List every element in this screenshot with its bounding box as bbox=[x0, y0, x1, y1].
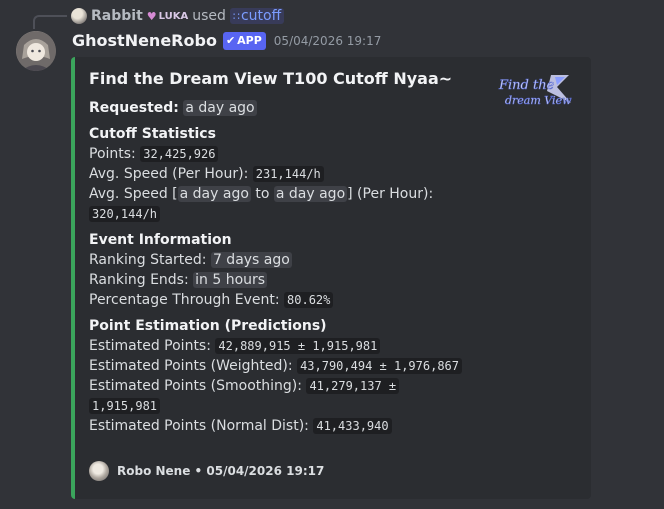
footer-text: Robo Nene • 05/04/2026 19:17 bbox=[117, 464, 325, 478]
percentage-label: Percentage Through Event: bbox=[89, 292, 280, 308]
est-smoothing-value-part2: 1,915,981 bbox=[89, 398, 161, 414]
ranking-ends-line: Ranking Ends: in 5 hours bbox=[89, 270, 479, 290]
est-smoothing-value-part1: 41,279,137 ± bbox=[306, 378, 400, 394]
embed-body: Find the Dream View T100 Cutoff Nyaa~ Re… bbox=[89, 68, 479, 436]
est-points-label: Estimated Points: bbox=[89, 338, 211, 354]
avg-speed-range-suffix: ] (Per Hour): bbox=[347, 186, 434, 202]
app-badge: ✔ APP bbox=[222, 31, 266, 50]
server-tag-label: LUKA bbox=[158, 10, 189, 22]
est-points-line: Estimated Points: 42,889,915 ± 1,915,981 bbox=[89, 336, 479, 356]
checkmark-icon: ✔ bbox=[225, 34, 236, 47]
avg-speed-range-value: 320,144/h bbox=[89, 206, 161, 222]
reply-verb: used bbox=[192, 8, 226, 24]
requested-time[interactable]: a day ago bbox=[183, 100, 257, 116]
ranking-started-value[interactable]: 7 days ago bbox=[210, 252, 292, 268]
points-line: Points: 32,425,926 bbox=[89, 144, 479, 164]
reply-header: Rabbit ♥ LUKA used ∷ cutoff bbox=[71, 6, 285, 26]
cutoff-embed: Find the dream View Find the Dream View … bbox=[71, 57, 591, 499]
message-timestamp[interactable]: 05/04/2026 19:17 bbox=[274, 34, 382, 48]
bot-avatar[interactable] bbox=[16, 31, 56, 71]
est-weighted-line: Estimated Points (Weighted): 43,790,494 … bbox=[89, 356, 479, 376]
app-badge-label: APP bbox=[237, 34, 262, 47]
cutoff-section-title: Cutoff Statistics bbox=[89, 126, 216, 142]
points-value: 32,425,926 bbox=[140, 146, 219, 162]
ranking-started-label: Ranking Started: bbox=[89, 252, 207, 268]
avg-speed-value: 231,144/h bbox=[252, 166, 324, 182]
ranking-started-line: Ranking Started: 7 days ago bbox=[89, 250, 479, 270]
event-section-title: Event Information bbox=[89, 232, 232, 248]
thumbnail-text-2: dream View bbox=[505, 94, 572, 107]
ranking-ends-value[interactable]: in 5 hours bbox=[193, 272, 268, 288]
avg-speed-range-to[interactable]: a day ago bbox=[273, 186, 348, 202]
bot-username[interactable]: GhostNeneRobo bbox=[72, 31, 217, 50]
bot-avatar-image bbox=[16, 31, 56, 71]
thumbnail-text-1: Find the bbox=[498, 78, 555, 93]
est-points-value: 42,889,915 ± 1,915,981 bbox=[215, 338, 381, 354]
estimation-section-title: Point Estimation (Predictions) bbox=[89, 318, 327, 334]
est-smoothing-line-2: 1,915,981 bbox=[89, 396, 479, 416]
est-normal-line: Estimated Points (Normal Dist): 41,433,9… bbox=[89, 416, 479, 436]
message-header: GhostNeneRobo ✔ APP 05/04/2026 19:17 bbox=[72, 31, 381, 50]
requested-label: Requested: bbox=[89, 100, 179, 116]
est-weighted-value: 43,790,494 ± 1,976,867 bbox=[297, 358, 463, 374]
footer-avatar bbox=[89, 461, 109, 481]
server-tag[interactable]: ♥ LUKA bbox=[147, 10, 189, 23]
reply-username[interactable]: Rabbit bbox=[91, 8, 143, 24]
percentage-line: Percentage Through Event: 80.62% bbox=[89, 290, 479, 310]
slash-command-icon: ∷ bbox=[232, 9, 240, 23]
est-normal-label: Estimated Points (Normal Dist): bbox=[89, 418, 309, 434]
requested-line: Requested: a day ago bbox=[89, 98, 479, 118]
avg-speed-range-prefix: Avg. Speed [ bbox=[89, 186, 178, 202]
est-smoothing-label: Estimated Points (Smoothing): bbox=[89, 378, 302, 394]
heart-icon: ♥ bbox=[146, 9, 157, 23]
points-label: Points: bbox=[89, 146, 136, 162]
percentage-value: 80.62% bbox=[284, 292, 334, 308]
avg-speed-range-line: Avg. Speed [a day ago to a day ago] (Per… bbox=[89, 184, 479, 204]
embed-footer: Robo Nene • 05/04/2026 19:17 bbox=[89, 461, 324, 481]
rabbit-avatar[interactable] bbox=[71, 8, 87, 24]
avg-speed-line: Avg. Speed (Per Hour): 231,144/h bbox=[89, 164, 479, 184]
est-normal-value: 41,433,940 bbox=[313, 418, 392, 434]
embed-title: Find the Dream View T100 Cutoff Nyaa~ bbox=[89, 69, 453, 88]
avg-speed-range-from[interactable]: a day ago bbox=[177, 186, 251, 202]
avg-speed-range-value-line: 320,144/h bbox=[89, 204, 479, 224]
est-weighted-label: Estimated Points (Weighted): bbox=[89, 358, 293, 374]
slash-command-name: cutoff bbox=[240, 8, 282, 24]
avg-speed-label: Avg. Speed (Per Hour): bbox=[89, 166, 249, 182]
est-smoothing-line: Estimated Points (Smoothing): 41,279,137… bbox=[89, 376, 479, 396]
slash-command-mention[interactable]: ∷ cutoff bbox=[229, 8, 285, 24]
embed-thumbnail[interactable]: Find the dream View bbox=[495, 69, 575, 109]
reply-connector-line bbox=[33, 15, 67, 29]
avg-speed-range-to-word: to bbox=[255, 186, 270, 202]
ranking-ends-label: Ranking Ends: bbox=[89, 272, 189, 288]
